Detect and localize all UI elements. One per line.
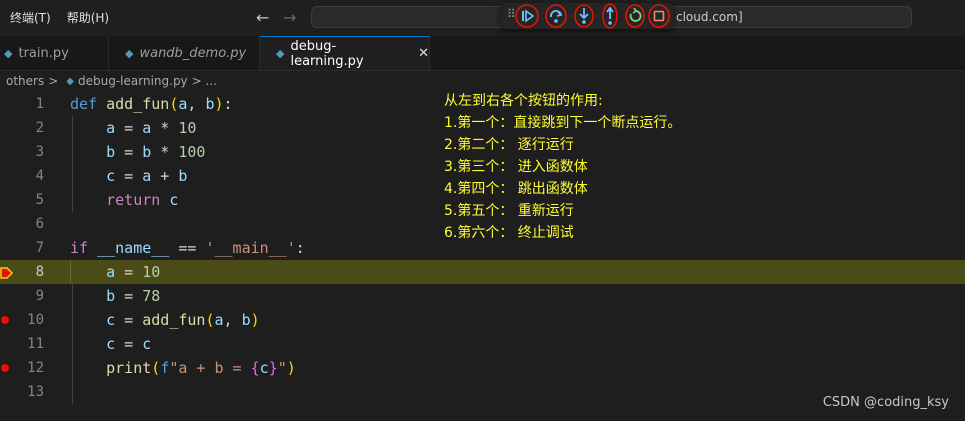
step-over-icon [545,4,567,28]
restart-button[interactable] [622,3,648,29]
line-number: 8 [35,264,44,280]
tab-label: debug-learning.py [290,38,364,69]
annotation-title: 从左到右各个按钮的作用: [444,93,603,109]
line-number: 10 [27,312,44,328]
line-number: 11 [27,336,44,352]
line-number: 9 [35,288,44,304]
arrow-right-icon[interactable]: → [283,8,296,28]
line-number: 13 [27,384,44,400]
line-number: 3 [35,144,44,160]
line-number: 6 [35,216,44,232]
breadcrumb-folder[interactable]: others [6,74,44,88]
restart-icon [625,4,645,28]
python-file-icon: ◆ [66,75,74,87]
line-number: 2 [35,120,44,136]
annotation-item: 5.第五个： 重新运行 [444,203,574,219]
step-into-icon [574,4,594,28]
tab-bar: ◆ train.py ◆ wandb_demo.py ◆ debug-learn… [0,36,965,71]
python-file-icon: ◆ [4,46,13,60]
code-line[interactable]: 9 b = 78 [0,284,965,308]
menu-terminal[interactable]: 终端(T) [0,0,59,36]
annotation-item: 3.第三个： 进入函数体 [444,159,588,175]
command-center-text: cloud.com] [676,10,743,24]
tab-label: train.py [18,45,69,61]
line-number: 4 [35,168,44,184]
annotation-item: 1.第一个：直接跳到下一个断点运行。 [444,115,682,131]
tab-wandb-demo[interactable]: ◆ wandb_demo.py [109,36,260,70]
continue-icon [515,4,539,28]
line-number: 1 [35,96,44,112]
tab-label: wandb_demo.py [139,45,247,61]
code-line[interactable]: 10 c = add_fun(a, b) [0,308,965,332]
breadcrumb: others > ◆ debug-learning.py > ... [0,70,965,92]
watermark: CSDN @coding_ksy [822,395,949,410]
line-number: 7 [35,240,44,256]
line-number: 5 [35,192,44,208]
step-out-icon [602,3,618,29]
step-over-button[interactable] [543,3,569,29]
code-line[interactable]: 12 print(f"a + b = {c}") [0,356,965,380]
python-file-icon: ◆ [125,46,134,60]
code-line[interactable]: 13 [0,380,965,404]
arrow-left-icon[interactable]: ← [256,8,269,28]
code-line[interactable]: 11 c = c [0,332,965,356]
menu-help[interactable]: 帮助(H) [59,0,117,36]
step-into-button[interactable] [571,3,597,29]
debug-toolbar: ⠿ [501,3,673,29]
stop-icon [648,4,670,28]
breadcrumb-tail[interactable]: > ... [192,74,217,88]
current-line[interactable]: 8 a = 10 [0,260,965,284]
breadcrumb-file[interactable]: debug-learning.py [78,74,188,88]
continue-button[interactable] [514,3,540,29]
line-number: 12 [27,360,44,376]
tab-debug-learning[interactable]: ◆ debug-learning.py ✕ [260,36,430,70]
annotation-item: 4.第四个： 跳出函数体 [444,181,588,197]
stop-button[interactable] [646,3,672,29]
annotation-item: 6.第六个： 终止调试 [444,225,574,241]
step-out-button[interactable] [597,3,623,29]
annotation-item: 2.第二个： 逐行运行 [444,137,574,153]
tab-train[interactable]: ◆ train.py [0,36,109,70]
python-file-icon: ◆ [276,47,285,60]
breadcrumb-separator: > [48,74,59,88]
annotation-text: 从左到右各个按钮的作用: 1.第一个：直接跳到下一个断点运行。 2.第二个： 逐… [444,90,681,244]
close-icon[interactable]: ✕ [418,46,429,61]
